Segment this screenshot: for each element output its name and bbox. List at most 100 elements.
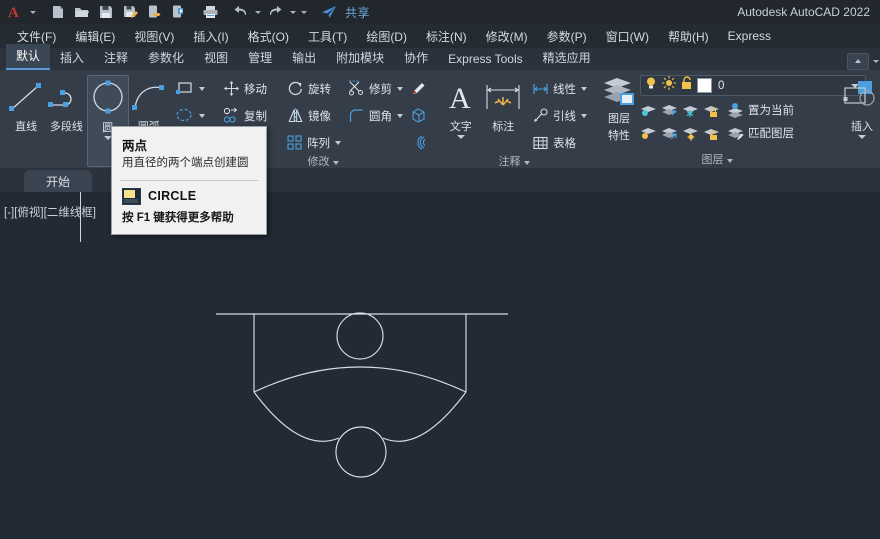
table-label: 表格 (553, 137, 576, 150)
open-file-button[interactable] (71, 1, 93, 23)
layer-on-off-icon[interactable] (638, 100, 658, 120)
layer-properties-label-1: 图层 (608, 113, 630, 125)
qat-customize-caret-icon[interactable] (299, 1, 308, 23)
new-file-button[interactable] (47, 1, 69, 23)
share-button[interactable] (318, 1, 340, 23)
match-layer-button[interactable]: 匹配图层 (722, 122, 797, 144)
layer-off-icon[interactable] (638, 123, 658, 143)
drawing-canvas[interactable]: [-][俯视][二维线框] (0, 192, 880, 539)
layer-selector-dropdown[interactable]: 0 (640, 75, 866, 96)
array-dropdown-caret-icon[interactable] (335, 140, 341, 145)
application-menu-caret-icon[interactable] (28, 1, 37, 23)
trim-button[interactable]: 修剪 (344, 76, 406, 101)
lightbulb-on-icon[interactable] (644, 76, 658, 95)
layer-properties-button[interactable]: 图层 特性 (600, 73, 638, 143)
menu-edit[interactable]: 编辑(E) (66, 26, 124, 47)
layer-unlock-icon[interactable] (701, 123, 721, 143)
layer-isolate-icon[interactable] (659, 100, 679, 120)
sun-icon[interactable] (662, 76, 676, 95)
ribbon-minimize-caret-icon[interactable] (871, 50, 880, 72)
eraser-pencil-icon (409, 79, 427, 99)
trim-dropdown-caret-icon[interactable] (397, 86, 403, 91)
tab-view[interactable]: 视图 (194, 46, 238, 70)
menu-view[interactable]: 视图(V) (125, 26, 183, 47)
explode-button[interactable] (406, 76, 430, 101)
plot-button[interactable] (199, 1, 221, 23)
tooltip-description: 用直径的两个端点创建圆 (122, 157, 249, 169)
array-button[interactable]: 阵列 (282, 130, 344, 155)
rotate-button[interactable]: 旋转 (282, 76, 344, 101)
text-dropdown-caret-icon[interactable] (456, 135, 465, 139)
ellipse-dropdown-caret-icon[interactable] (199, 113, 205, 118)
tab-featured-apps[interactable]: 精选应用 (533, 46, 601, 70)
fillet-button[interactable]: 圆角 (344, 103, 406, 128)
rotate-icon (285, 79, 305, 99)
linear-dim-dropdown-caret-icon[interactable] (581, 86, 587, 91)
copy-button[interactable]: 复制 (218, 103, 282, 128)
tab-express-tools[interactable]: Express Tools (438, 49, 532, 70)
move-label: 移动 (244, 83, 267, 96)
menu-format[interactable]: 格式(O) (239, 26, 298, 47)
tab-parametric[interactable]: 参数化 (138, 46, 194, 70)
dimension-button[interactable]: 标注 (482, 75, 525, 134)
3d-solid-button[interactable] (406, 103, 430, 128)
layer-freeze-icon[interactable] (680, 100, 700, 120)
quick-access-toolbar: A 共享 (0, 0, 370, 24)
leader-label: 引线 (553, 110, 576, 123)
offset-icon (409, 133, 427, 153)
menu-tools[interactable]: 工具(T) (299, 26, 356, 47)
tab-manage[interactable]: 管理 (238, 46, 282, 70)
tab-start[interactable]: 开始 (24, 170, 93, 192)
tab-home[interactable]: 默认 (6, 44, 51, 70)
save-as-button[interactable] (119, 1, 141, 23)
ribbon-minimize-button[interactable] (847, 52, 869, 70)
menu-parametric[interactable]: 参数(P) (538, 26, 596, 47)
unlock-padlock-icon[interactable] (680, 76, 693, 95)
rectangle-dropdown-caret-icon[interactable] (199, 86, 205, 91)
insert-block-button[interactable]: 插入 (842, 75, 880, 139)
layer-thaw-icon[interactable] (680, 123, 700, 143)
tooltip-command-name: CIRCLE (148, 189, 197, 204)
insert-block-icon (842, 77, 880, 117)
tab-collaborate[interactable]: 协作 (394, 46, 438, 70)
mirror-button[interactable]: 镜像 (282, 103, 344, 128)
insert-dropdown-caret-icon[interactable] (858, 135, 866, 139)
set-current-layer-button[interactable]: 置为当前 (722, 99, 797, 121)
menu-insert[interactable]: 插入(I) (184, 26, 237, 47)
offset-button[interactable] (406, 130, 430, 155)
fillet-dropdown-caret-icon[interactable] (397, 113, 403, 118)
layer-unisolate-icon[interactable] (659, 123, 679, 143)
leader-button[interactable]: 引线 (527, 103, 590, 128)
leader-dropdown-caret-icon[interactable] (581, 113, 587, 118)
move-button[interactable]: 移动 (218, 76, 282, 101)
layer-color-swatch[interactable] (697, 78, 712, 93)
linear-dim-button[interactable]: 线性 (527, 76, 590, 101)
application-menu-button[interactable]: A (4, 1, 26, 23)
save-button[interactable] (95, 1, 117, 23)
tab-insert[interactable]: 插入 (50, 46, 94, 70)
line-button[interactable]: 直线 (6, 75, 46, 134)
tab-output[interactable]: 输出 (282, 46, 326, 70)
menu-modify[interactable]: 修改(M) (477, 26, 537, 47)
table-button[interactable]: 表格 (527, 130, 590, 155)
layer-lock-icon[interactable] (701, 100, 721, 120)
layer-properties-icon (600, 75, 638, 109)
tab-addins[interactable]: 附加模块 (326, 46, 394, 70)
ellipse-button[interactable] (171, 103, 208, 128)
menu-draw[interactable]: 绘图(D) (357, 26, 416, 47)
ellipse-icon (174, 106, 194, 126)
tab-annotate[interactable]: 注释 (94, 46, 138, 70)
redo-caret-icon[interactable] (288, 1, 297, 23)
polyline-button[interactable]: 多段线 (46, 75, 86, 134)
save-to-web-button[interactable] (143, 1, 165, 23)
rectangle-button[interactable] (171, 76, 208, 101)
menu-dimension[interactable]: 标注(N) (417, 26, 476, 47)
menu-window[interactable]: 窗口(W) (597, 26, 658, 47)
undo-button[interactable] (229, 1, 251, 23)
menu-help[interactable]: 帮助(H) (659, 26, 718, 47)
text-button[interactable]: A 文字 (440, 75, 482, 139)
open-from-web-button[interactable] (167, 1, 189, 23)
undo-caret-icon[interactable] (253, 1, 262, 23)
menu-express[interactable]: Express (719, 27, 780, 45)
redo-button[interactable] (264, 1, 286, 23)
